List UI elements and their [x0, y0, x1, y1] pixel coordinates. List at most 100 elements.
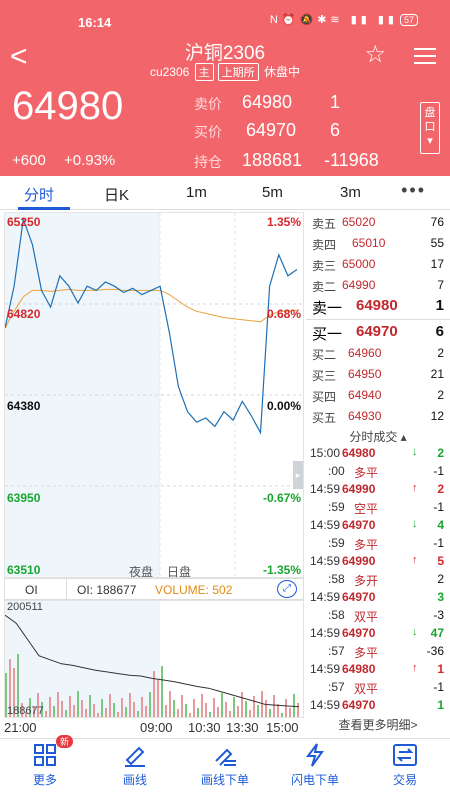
expand-panel-handle[interactable]: ▸ — [293, 461, 303, 489]
nav-draw-line[interactable]: 画线 — [90, 739, 180, 801]
pen-icon — [125, 746, 145, 767]
volume-bar — [289, 708, 291, 717]
pct-label-mid: 0.00% — [266, 399, 301, 413]
see-more-link[interactable]: 查看更多明细> — [306, 716, 450, 733]
trade-time: 15:00 — [310, 446, 341, 460]
volume-bar — [77, 691, 79, 717]
night-session-bg-lower — [5, 601, 160, 717]
volume-bar — [129, 693, 131, 717]
y-label-top: 65250 — [7, 215, 41, 229]
volume-bar — [153, 671, 155, 717]
trade-direction-icon: ↑ — [412, 554, 418, 566]
buy-label: 买价 — [194, 124, 222, 140]
y-label-4: 63950 — [7, 491, 41, 505]
volume-bar — [145, 706, 147, 717]
volume-bar — [181, 695, 183, 717]
volume-bar — [89, 695, 91, 717]
volume-bar — [121, 698, 123, 717]
tab-5m[interactable]: 5m — [262, 184, 283, 201]
nav-flash-order[interactable]: 闪电下单 — [270, 739, 360, 801]
contract-code: cu2306 — [149, 65, 190, 79]
volume-bar — [161, 666, 163, 717]
sell-qty: 1 — [330, 92, 341, 112]
sell-price: 64980 — [242, 92, 293, 112]
volume-bar — [213, 698, 215, 717]
trade-direction-icon: ↑ — [412, 482, 418, 494]
tab-1m[interactable]: 1m — [186, 184, 207, 201]
favorite-star-icon[interactable]: ☆ — [364, 40, 386, 69]
pct-label-2: 0.68% — [266, 307, 301, 321]
menu-icon[interactable] — [414, 48, 436, 69]
period-tabs: 分时 日K 1m 5m 3m ••• — [0, 176, 450, 210]
bid-2-row[interactable]: 买二 64960 2 — [312, 346, 448, 366]
tab-daily-k[interactable]: 日K — [104, 184, 129, 205]
ask-2-row[interactable]: 卖二 64990 7 — [312, 278, 448, 298]
trade-type: 空平 — [354, 502, 379, 516]
nav-more[interactable]: 新 更多 — [0, 735, 90, 801]
ask-5-row[interactable]: 卖五 65020 76 — [312, 215, 448, 235]
trade-price: 64990 — [342, 554, 376, 568]
trade-volume: 4 — [437, 518, 444, 532]
trade-oi-change: -3 — [433, 608, 444, 622]
oi-label: 持仓 — [194, 154, 222, 170]
exchange-icon — [393, 744, 417, 766]
ask-3-row[interactable]: 卖三 65000 17 — [312, 257, 448, 277]
volume-bar — [257, 705, 259, 717]
intraday-chart[interactable]: 65250 64820 64380 63950 63510 1.35% 0.68… — [4, 212, 304, 579]
nav-trade[interactable]: 交易 — [360, 739, 450, 801]
time-tick: 21:00 — [4, 720, 37, 735]
bid-4-row[interactable]: 买四 64940 2 — [312, 388, 448, 408]
volume-bar — [125, 707, 127, 717]
orderbook-divider — [306, 319, 450, 320]
battery-icon: 57 — [399, 14, 418, 26]
main-contract-tag: 主 — [194, 63, 214, 81]
trade-type: 多开 — [354, 574, 379, 588]
trade-type: 多平 — [354, 646, 379, 660]
volume-bar — [237, 706, 239, 717]
trade-ticks: 分时成交 ▴ 15:00:00 64980 多平 ↓ 2 -1 14:59:59 64990 空… — [306, 426, 450, 736]
oi-axis-top: 200511 — [7, 601, 43, 613]
volume-bar — [197, 708, 199, 717]
y-label-2: 64820 — [7, 307, 41, 321]
bid-1-row[interactable]: 买一 64970 6 — [312, 323, 448, 343]
trade-price: 64970 — [342, 698, 376, 712]
status-bar: 16:14 N⏰🔕✱≋ ▮▮ ▮▮ 57 — [0, 0, 450, 36]
nav-draw-line-order[interactable]: 画线下单 — [180, 739, 270, 801]
trade-volume: 2 — [437, 446, 444, 460]
night-session-bg — [5, 213, 160, 577]
trade-direction-icon: ↑ — [412, 662, 418, 674]
trade-price: 64970 — [342, 590, 376, 604]
oi-volume-chart[interactable]: 200511 188677 — [4, 600, 304, 718]
volume-bar — [141, 697, 143, 717]
volume-bar — [293, 694, 295, 717]
volume-bar — [281, 713, 283, 717]
volume-bar — [61, 701, 63, 717]
trade-oi-change: -1 — [433, 536, 444, 550]
trade-row: 14:59:57 64980 双平 ↑ 1 -1 — [310, 662, 448, 698]
expand-icon[interactable]: ⤢ — [277, 580, 297, 598]
volume-bar — [73, 705, 75, 717]
trade-time: 14:59 — [310, 482, 341, 496]
buy-price: 64970 — [246, 120, 297, 140]
time-tick: 15:00 — [266, 720, 299, 735]
ask-4-row[interactable]: 卖四 65010 55 — [312, 236, 448, 256]
volume-bar — [45, 711, 47, 717]
more-tabs-icon[interactable]: ••• — [401, 180, 426, 201]
volume-bar — [101, 699, 103, 717]
grid-icon — [34, 744, 56, 766]
volume-bar — [109, 694, 111, 717]
volume-bar — [273, 695, 275, 717]
tab-3m[interactable]: 3m — [340, 184, 361, 201]
bid-3-row[interactable]: 买三 64950 21 — [312, 367, 448, 387]
trade-time: 14:59 — [310, 590, 341, 604]
change-amount: +600 — [12, 152, 46, 169]
indicator-selector[interactable]: OI — [5, 579, 67, 600]
tab-intraday[interactable]: 分时 — [24, 184, 54, 205]
trade-type: 双平 — [354, 610, 379, 624]
trade-seconds: :00 — [328, 464, 345, 478]
ask-1-row[interactable]: 卖一 64980 1 — [312, 297, 448, 317]
pct-label-4: -0.67% — [262, 491, 301, 505]
volume-bar — [117, 712, 119, 717]
session-status: 休盘中 — [264, 65, 301, 79]
orderbook-toggle-tab[interactable]: 盘口 ▾ — [420, 102, 440, 154]
